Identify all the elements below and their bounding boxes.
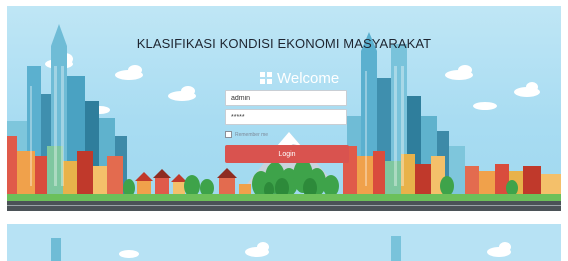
welcome-heading: Welcome bbox=[260, 69, 339, 87]
login-page: KLASIFIKASI KONDISI EKONOMI MASYARAKAT W… bbox=[7, 6, 561, 261]
remember-checkbox[interactable] bbox=[225, 131, 232, 138]
city-background: KLASIFIKASI KONDISI EKONOMI MASYARAKAT W… bbox=[7, 6, 561, 216]
remember-label: Remember me bbox=[235, 131, 269, 138]
windows-icon bbox=[260, 72, 272, 84]
city-background-repeat bbox=[7, 224, 561, 261]
remember-me[interactable]: Remember me bbox=[225, 131, 268, 138]
page-title: KLASIFIKASI KONDISI EKONOMI MASYARAKAT bbox=[136, 36, 432, 51]
welcome-text: Welcome bbox=[277, 69, 340, 87]
password-input[interactable] bbox=[225, 109, 347, 125]
username-input[interactable] bbox=[225, 90, 347, 106]
right-skyline bbox=[343, 32, 561, 196]
login-button[interactable]: Login bbox=[225, 145, 349, 163]
